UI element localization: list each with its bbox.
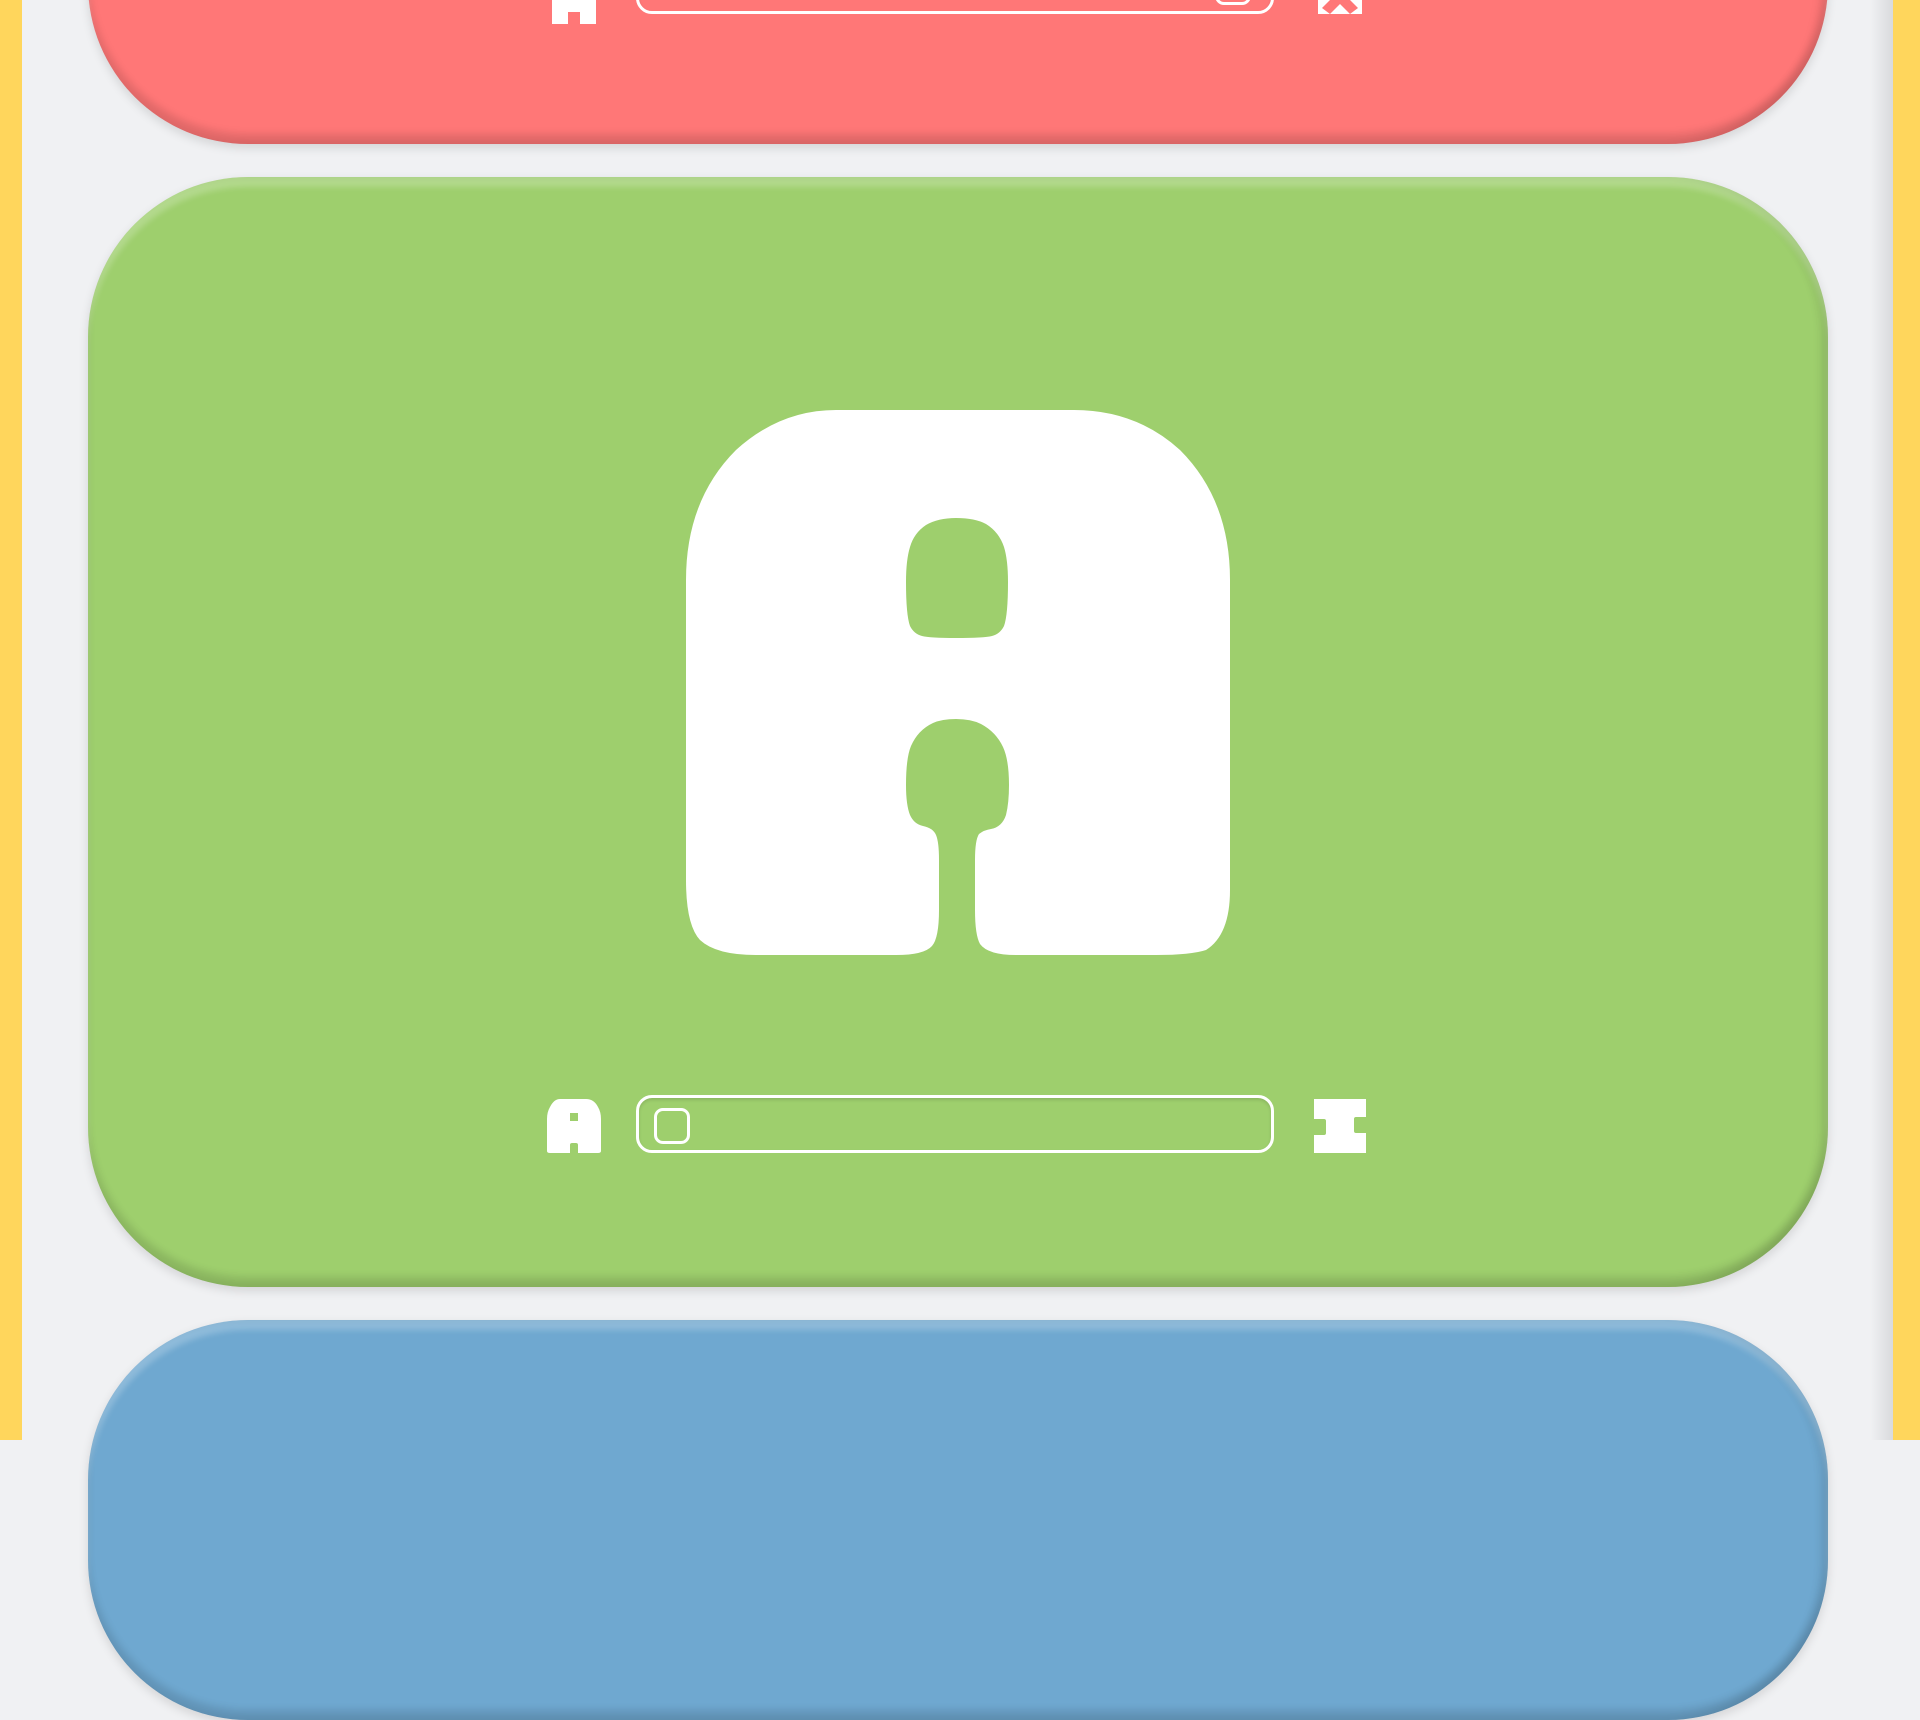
start-letter-icon <box>546 0 602 26</box>
blue-card[interactable] <box>88 1320 1828 1720</box>
letter-slider-thumb[interactable] <box>654 1108 690 1144</box>
letter-slider-thumb[interactable] <box>1215 0 1251 5</box>
letter-a-glyph <box>686 410 1230 955</box>
red-card <box>88 0 1828 144</box>
letter-slider-track[interactable] <box>636 1095 1274 1153</box>
left-rail <box>0 0 22 1440</box>
right-rail-shadow <box>1870 0 1893 1440</box>
letter-display <box>686 410 1230 955</box>
right-rail <box>1893 0 1920 1440</box>
letter-slider-track[interactable] <box>636 0 1274 14</box>
end-letter-icon <box>1312 1097 1368 1155</box>
end-letter-icon <box>1312 0 1368 16</box>
start-letter-icon <box>546 1097 602 1155</box>
